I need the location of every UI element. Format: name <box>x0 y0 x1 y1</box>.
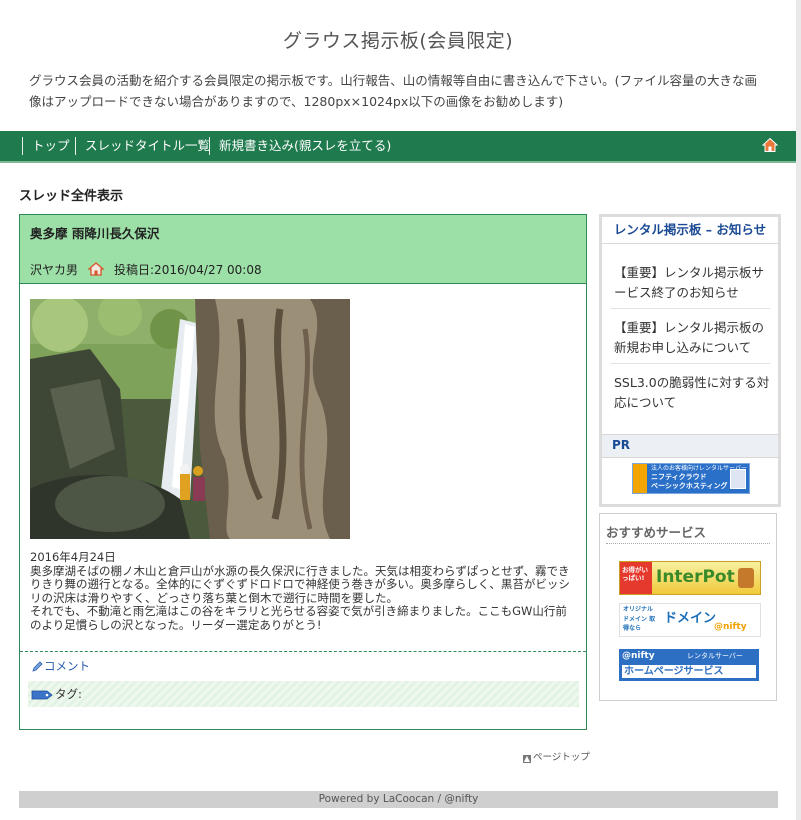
mascot-icon <box>738 568 754 588</box>
domain-banner[interactable]: オリジナル ドメイン 取得なら ドメイン @nifty <box>619 603 761 637</box>
notices-title: レンタル掲示板 – お知らせ <box>602 217 778 244</box>
window-edge <box>796 0 801 820</box>
pr-hosting-banner[interactable]: 法人のお客様向けレンタルサーバー ニフティクラウド ベーシックホスティング <box>632 463 750 494</box>
recommend-title: おすすめサービス <box>606 525 707 540</box>
nav-new-post[interactable]: 新規書き込み(親スレを立てる) <box>209 137 391 155</box>
homepage-service-banner[interactable]: @nifty レンタルサーバー ホームページサービス <box>619 649 759 681</box>
tag-icon <box>31 690 53 700</box>
nav-top[interactable]: トップ <box>22 137 70 155</box>
post-title: 奥多摩 雨降川長久保沢 <box>30 226 160 241</box>
pr-banner-line3: ベーシックホスティング <box>651 482 728 490</box>
interpot-logo: InterPot <box>656 567 735 587</box>
sidebar-notices: レンタル掲示板 – お知らせ 【重要】レンタル掲示板サービス終了のお知らせ 【重… <box>599 214 781 507</box>
notice-item[interactable]: 【重要】レンタル掲示板サービス終了のお知らせ <box>614 263 770 303</box>
sidebar-recommended: おすすめサービス お得がいっぱい! InterPot オリジナル ドメイン 取得… <box>599 513 777 701</box>
banner-accent <box>633 464 647 493</box>
footer: Powered by LaCoocan / @nifty <box>19 791 778 808</box>
comment-label: コメント <box>44 659 90 673</box>
post-author: 沢ヤカ男 <box>30 263 79 277</box>
pr-label: PR <box>612 438 631 452</box>
page-top-link[interactable]: ▲ ページトップ <box>523 749 590 763</box>
site-title: グラウス掲示板(会員限定) <box>282 30 514 52</box>
author-home-icon[interactable] <box>88 262 105 276</box>
nifty-label: @nifty <box>622 651 655 661</box>
tag-label: タグ: <box>55 687 82 701</box>
home-icon[interactable] <box>762 137 778 153</box>
page-top-label: ページトップ <box>533 752 590 763</box>
post-meta: 沢ヤカ男 投稿日:2016/04/27 00:08 <box>30 261 262 278</box>
server-icon <box>730 469 746 489</box>
notice-separator <box>610 308 770 309</box>
nav-bar: トップ スレッドタイトル一覧 新規書き込み(親スレを立てる) <box>0 131 796 163</box>
post-body-text: 奥多摩湖そばの棚ノ木山と倉戸山が水源の長久保沢に行きました。天気は相変わらずぱっ… <box>30 563 570 605</box>
recommend-separator <box>606 543 770 544</box>
post-header: 奥多摩 雨降川長久保沢 沢ヤカ男 投稿日:2016/04/27 00:08 <box>20 215 586 284</box>
post-body-date: 2016年4月24日 <box>30 550 116 564</box>
post-body-text-2: それでも、不動滝と雨乞滝はこの谷をキラリと光らせる容姿で気が引き締まりました。こ… <box>30 604 567 632</box>
thread-post: 奥多摩 雨降川長久保沢 沢ヤカ男 投稿日:2016/04/27 00:08 20… <box>19 214 587 730</box>
arrow-up-icon: ▲ <box>523 754 531 763</box>
section-title: スレッド全件表示 <box>19 189 124 204</box>
pr-banner-line2: ニフティクラウド <box>651 473 707 481</box>
post-date: 投稿日:2016/04/27 00:08 <box>114 263 262 277</box>
comment-link[interactable]: コメント <box>32 658 90 674</box>
site-description: グラウス会員の活動を紹介する会員限定の掲示板です。山行報告、山の情報等自由に書き… <box>29 73 758 109</box>
interpot-tagline: お得がいっぱい! <box>622 566 648 582</box>
notice-item[interactable]: SSL3.0の脆弱性に対する対応について <box>614 373 770 413</box>
domain-logo: ドメイン <box>664 611 717 626</box>
notice-separator <box>610 363 770 364</box>
pencil-icon <box>32 661 43 672</box>
pr-header: PR <box>602 434 778 458</box>
notice-item[interactable]: 【重要】レンタル掲示板の新規お申し込みについて <box>614 318 770 358</box>
nifty-logo: @nifty <box>714 622 747 632</box>
domain-tagline: オリジナル ドメイン 取得なら <box>623 606 656 632</box>
rental-server-label: レンタルサーバー <box>687 652 743 660</box>
post-photo[interactable] <box>30 299 350 539</box>
interpot-banner[interactable]: お得がいっぱい! InterPot <box>619 561 761 595</box>
tag-bar: タグ: <box>28 681 579 707</box>
post-body: 2016年4月24日 奥多摩湖そばの棚ノ木山と倉戸山が水源の長久保沢に行きました… <box>30 550 578 633</box>
post-divider <box>20 651 586 652</box>
homepage-service-label: ホームページサービス <box>624 666 724 677</box>
nav-thread-list[interactable]: スレッドタイトル一覧 <box>75 137 210 155</box>
